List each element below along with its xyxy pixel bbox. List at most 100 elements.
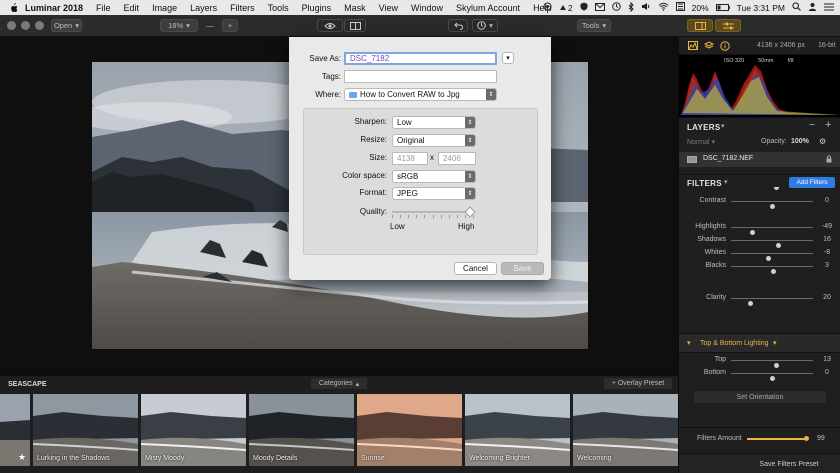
filter-slider-track[interactable] [731,240,813,248]
battery-icon[interactable] [715,3,730,13]
size-width-input[interactable]: 4138 [392,152,428,165]
filter-slider-knob[interactable] [769,376,775,381]
menu-image[interactable]: Image [152,3,177,13]
overlay-preset-button[interactable]: + Overlay Preset [604,378,672,389]
menu-list-icon[interactable] [824,3,834,13]
preset-thumb[interactable]: ★ [0,394,30,466]
layers-header[interactable]: LAYERS ▾ − + [679,117,840,135]
window-close-button[interactable] [7,21,16,30]
filter-slider-knob[interactable] [748,301,754,306]
save-as-input[interactable]: DSC_7182 [344,52,497,65]
save-button[interactable]: Save [501,262,544,275]
zoom-select[interactable]: 18% ▾ [160,19,198,32]
menu-file[interactable]: File [96,3,111,13]
tools-button[interactable]: Tools ▾ [577,19,611,32]
format-select[interactable]: JPEG ⇕ [392,187,476,200]
add-layer-icon[interactable]: + [825,119,831,131]
preset-thumb[interactable]: Sunrise [357,394,462,466]
star-icon[interactable]: ★ [18,452,26,463]
tags-input[interactable] [344,70,497,83]
record-icon[interactable] [543,2,552,13]
filter-slider-row[interactable]: Exposure0.50 [679,187,840,190]
bluetooth-icon[interactable] [628,1,634,14]
open-button[interactable]: Open ▾ [51,19,82,32]
expand-dialog-button[interactable]: ▾ [502,52,514,64]
menu-filters[interactable]: Filters [230,3,255,13]
menu-tools[interactable]: Tools [268,3,289,13]
filter-slider-row[interactable]: Contrast 0 [679,196,840,209]
menu-skylum-account[interactable]: Skylum Account [456,3,520,13]
apple-icon[interactable] [8,2,18,13]
collapse-triangle-icon[interactable]: ▾ [687,339,691,347]
lock-icon[interactable] [826,155,832,165]
preset-thumb[interactable]: Misty Moody [141,394,246,466]
sharpen-select[interactable]: Low ⇕ [392,116,476,129]
filter-slider-track[interactable] [731,253,813,261]
menu-view[interactable]: View [379,3,398,13]
menu-mask[interactable]: Mask [344,3,366,13]
filters-amount-knob[interactable] [803,436,809,441]
mail-icon[interactable] [594,2,605,13]
zoom-in-button[interactable]: + [222,19,238,32]
cancel-button[interactable]: Cancel [454,262,497,275]
preset-thumb[interactable]: Moody Details [249,394,354,466]
size-height-input[interactable]: 2406 [438,152,476,165]
set-orientation-button[interactable]: Set Orientation [694,391,826,403]
filter-slider-knob[interactable] [774,187,780,190]
adjust-sliders-button[interactable] [715,19,741,32]
filter-slider-row[interactable]: Blacks 3 [679,261,840,274]
save-filters-preset-button[interactable]: Save Filters Preset [739,458,839,470]
categories-button[interactable]: Categories ▴ [311,378,367,389]
filter-slider-track[interactable] [731,201,813,209]
undo-button[interactable] [448,19,468,32]
quality-slider[interactable] [392,206,476,221]
spotlight-search-icon[interactable] [792,2,801,13]
history-button[interactable]: ▾ [472,19,498,32]
menu-layers[interactable]: Layers [190,3,217,13]
compare-button[interactable] [344,19,366,32]
color-space-select[interactable]: sRGB ⇕ [392,170,476,183]
wifi-icon[interactable] [658,2,669,13]
info-icon[interactable] [720,41,730,53]
filter-slider-row[interactable]: Shadows 16 [679,235,840,248]
lighting-filter-header[interactable]: ▾ Top & Bottom Lighting ▾ [679,333,840,353]
menu-plugins[interactable]: Plugins [302,3,332,13]
volume-icon[interactable] [641,2,651,13]
user-icon[interactable] [808,2,817,13]
filter-slider-row[interactable]: Bottom 0 [679,368,840,381]
filter-slider-track[interactable] [731,360,813,368]
filter-slider-row[interactable]: Clarity 20 [679,293,840,306]
preset-thumb[interactable]: Welcoming [573,394,678,466]
clock-icon[interactable] [611,2,621,13]
preview-eye-button[interactable] [317,19,343,32]
menubar-clock[interactable]: Tue 3:31 PM [737,3,785,13]
zoom-out-button[interactable]: — [203,19,217,32]
filter-slider-row[interactable]: Highlights -49 [679,222,840,235]
flag-icon[interactable] [675,2,685,13]
remove-layer-icon[interactable]: − [809,120,815,131]
filter-slider-track[interactable] [731,266,813,274]
gear-icon[interactable]: ⚙ [819,137,826,146]
histogram-icon[interactable] [688,41,698,52]
filter-slider-row[interactable]: Top 13 [679,355,840,368]
preset-thumb[interactable]: Lurking in the Shadows [33,394,138,466]
menu-app-name[interactable]: Luminar 2018 [25,3,83,13]
filters-amount-slider[interactable] [747,436,809,441]
menu-edit[interactable]: Edit [124,3,140,13]
where-select[interactable]: How to Convert RAW to Jpg ⇕ [344,88,497,101]
filter-slider-track[interactable] [731,298,813,306]
opacity-value[interactable]: 100% [791,138,809,145]
shield-icon[interactable] [580,2,588,13]
filter-slider-knob[interactable] [769,204,775,209]
layers-stack-icon[interactable] [703,41,715,52]
resize-select[interactable]: Original ⇕ [392,134,476,147]
layer-item[interactable]: DSC_7182.NEF [679,152,840,167]
filter-slider-knob[interactable] [771,269,777,274]
window-minimize-button[interactable] [21,21,30,30]
filter-slider-track[interactable] [731,227,813,235]
filter-slider-track[interactable] [731,373,813,381]
blend-mode-select[interactable]: Normal ▾ [687,138,715,146]
preset-thumb[interactable]: Welcoming Brighter [465,394,570,466]
window-zoom-button[interactable] [35,21,44,30]
filter-slider-row[interactable]: Whites -8 [679,248,840,261]
